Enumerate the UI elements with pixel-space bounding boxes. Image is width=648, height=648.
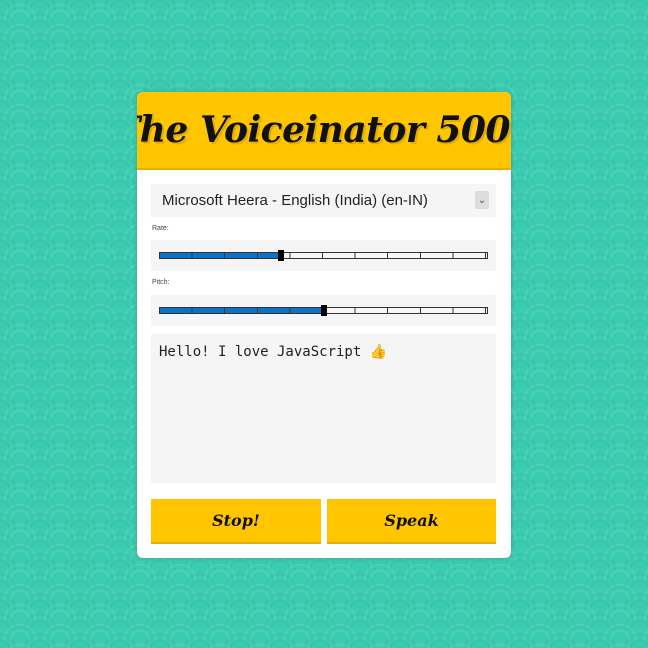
- rate-label: Rate:: [152, 225, 169, 232]
- chevron-down-icon[interactable]: ⌄: [475, 191, 489, 209]
- header: The Voiceinator 5000: [137, 92, 511, 170]
- rate-slider[interactable]: [151, 240, 496, 271]
- pitch-label: Pitch:: [152, 279, 170, 286]
- rate-track: [159, 252, 488, 259]
- speech-text-input[interactable]: Hello! I love JavaScript 👍: [151, 334, 496, 483]
- stop-button[interactable]: Stop!: [151, 499, 321, 544]
- rate-thumb[interactable]: [277, 250, 284, 261]
- voiceinator-panel: The Voiceinator 5000 Microsoft Heera - E…: [137, 92, 511, 558]
- voice-select[interactable]: Microsoft Heera - English (India) (en-IN…: [151, 184, 496, 217]
- pitch-thumb[interactable]: [320, 305, 327, 316]
- speak-button[interactable]: Speak: [327, 499, 496, 544]
- pitch-slider[interactable]: [151, 295, 496, 326]
- rate-ticks: [160, 253, 487, 258]
- app-title: The Voiceinator 5000: [137, 109, 511, 151]
- voice-select-value: Microsoft Heera - English (India) (en-IN…: [162, 192, 428, 209]
